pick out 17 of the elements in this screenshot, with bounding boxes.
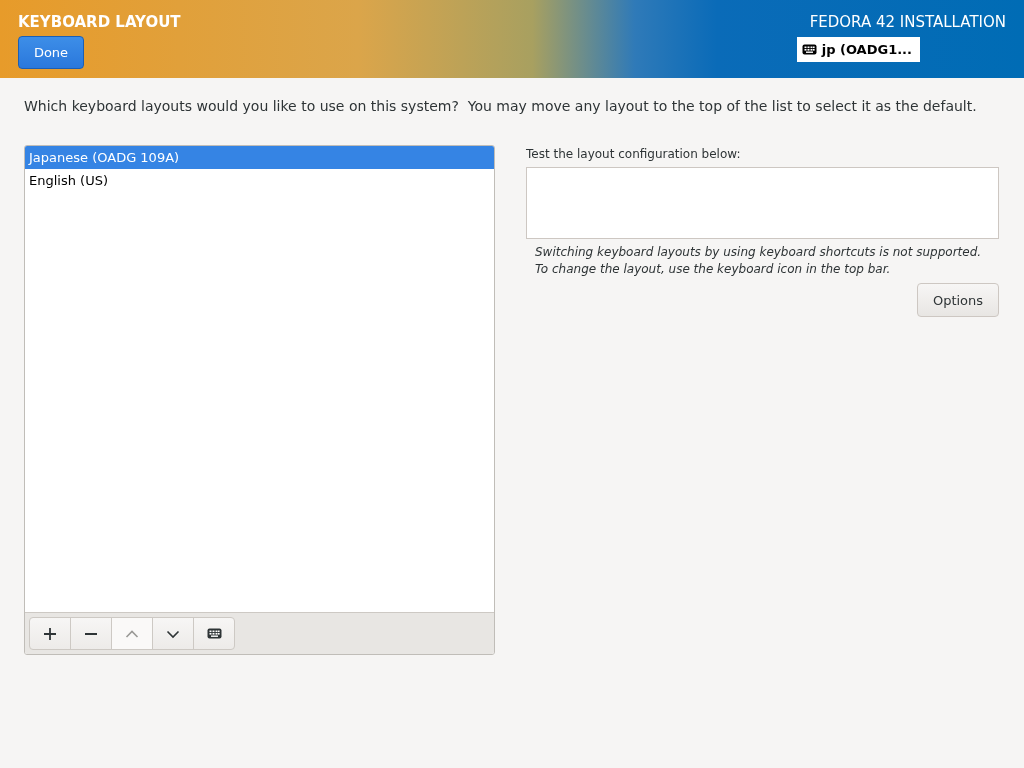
options-button[interactable]: Options: [917, 283, 999, 317]
minus-icon: [84, 632, 98, 635]
test-field-label: Test the layout configuration below:: [526, 146, 742, 162]
shortcut-note: Switching keyboard layouts by using keyboard shortcuts is not supported. To change the layout, use the keyboard icon in the top bar.: [535, 244, 983, 278]
product-title: FEDORA 42 INSTALLATION: [809, 12, 1006, 32]
screen-title: KEYBOARD LAYOUT: [18, 12, 181, 32]
layout-list-item[interactable]: English (US): [25, 169, 494, 192]
preview-layout-button[interactable]: [193, 617, 235, 650]
done-button[interactable]: Done: [18, 36, 84, 69]
keyboard-icon: [801, 44, 817, 55]
layout-list-item[interactable]: Japanese (OADG 109A): [25, 146, 494, 169]
keyboard-layout-indicator[interactable]: jp (OADG1...: [796, 37, 920, 62]
instruction-text: Which keyboard layouts would you like to use on this system? You may move any layout to the top of the list to select it as the default.: [24, 97, 978, 116]
test-input-field[interactable]: [526, 167, 999, 239]
add-layout-button[interactable]: [29, 617, 71, 650]
keyboard-icon: [206, 628, 222, 639]
plus-icon: [43, 626, 57, 641]
